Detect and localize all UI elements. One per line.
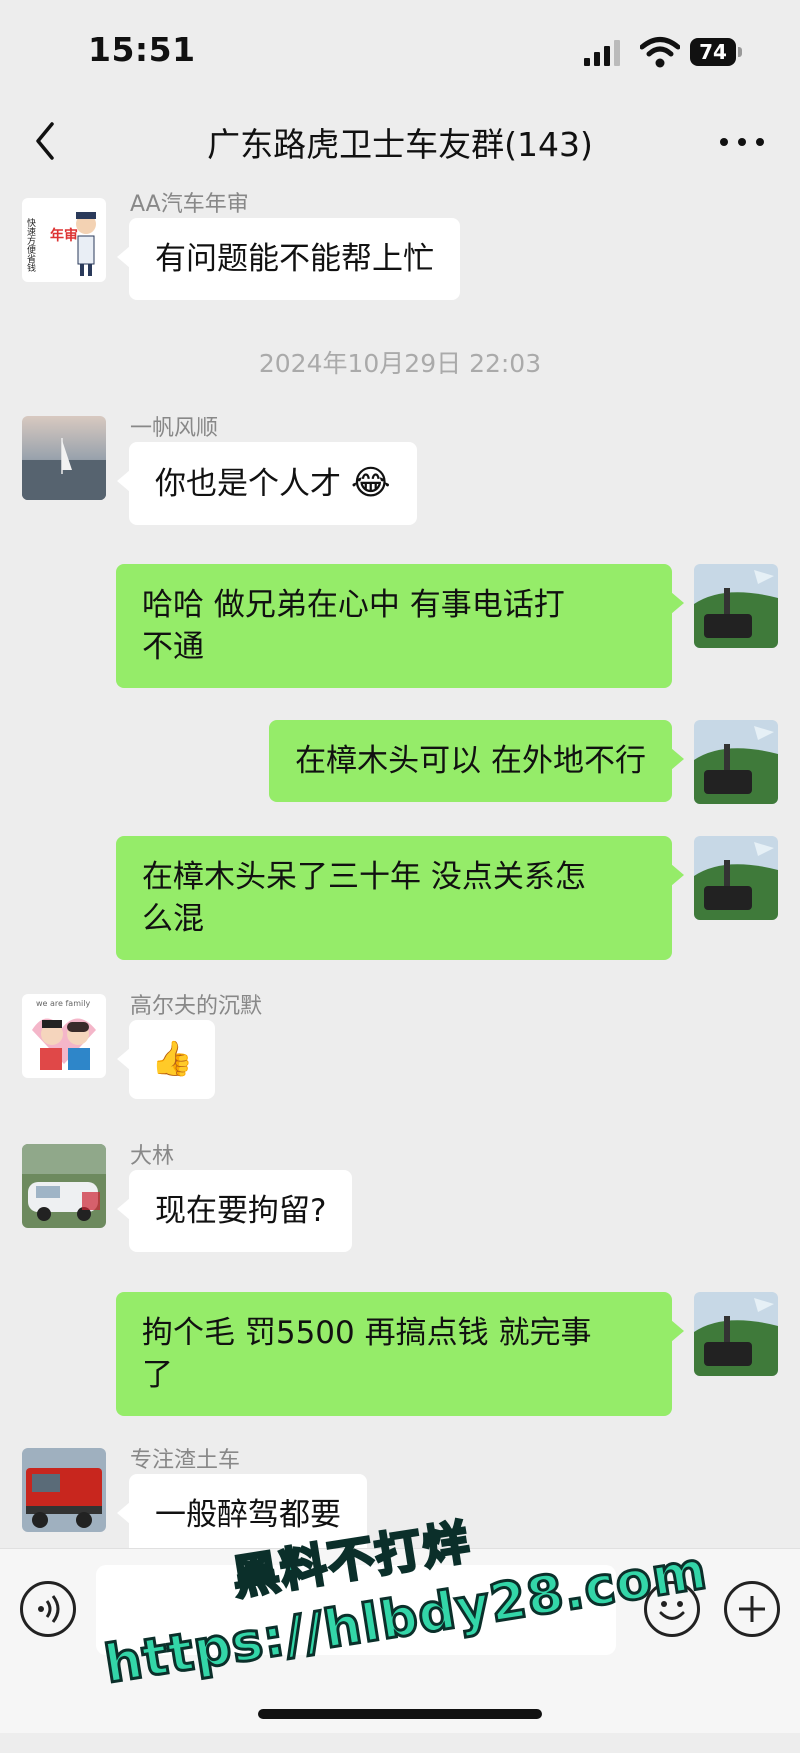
sender-name: 高尔夫的沉默 [130, 994, 263, 1019]
battery-level: 74 [690, 38, 736, 66]
more-options-icon[interactable] [718, 136, 766, 148]
avatar[interactable]: we are family [22, 994, 106, 1078]
message-text-line: 不通 [142, 629, 204, 665]
battery-icon: 74 [690, 38, 742, 66]
thumbs-up-emoji-icon: 👍 [151, 1039, 194, 1079]
back-chevron-icon[interactable] [30, 120, 62, 162]
message-bubble[interactable]: 在樟木头呆了三十年 没点关系怎 么混 [116, 836, 684, 960]
sender-name: 专注渣土车 [130, 1448, 241, 1473]
message-text-line: 在樟木头呆了三十年 没点关系怎 [142, 859, 586, 895]
message-list[interactable]: 快速方便省钱 年审 AA汽车年审 有问题能不能帮上忙 2024年10月29日 2… [0, 184, 800, 1548]
message-text-line: 哈哈 做兄弟在心中 有事电话打 [142, 587, 565, 623]
message-bubble[interactable]: 有问题能不能帮上忙 [117, 218, 460, 300]
message-bubble[interactable]: 现在要拘留? [116, 1170, 353, 1252]
message-text: 你也是个人才 [155, 466, 341, 502]
avatar[interactable] [22, 416, 106, 500]
message-bubble[interactable]: 在樟木头可以 在外地不行 [269, 720, 684, 802]
chat-header: 广东路虎卫士车友群(143) [0, 100, 800, 184]
message-text-line: 拘个毛 罚5500 再搞点钱 就完事 [142, 1315, 592, 1351]
message-text-line: 么混 [142, 901, 204, 937]
avatar[interactable] [694, 1292, 778, 1376]
cellular-signal-icon [584, 40, 620, 66]
avatar-side-text: 快速方便省钱 [25, 217, 36, 272]
avatar[interactable] [694, 720, 778, 804]
message-timestamp: 2024年10月29日 22:03 [258, 349, 542, 378]
more-actions-button[interactable] [724, 1581, 780, 1637]
avatar[interactable] [22, 1144, 106, 1228]
message-bubble[interactable]: 拘个毛 罚5500 再搞点钱 就完事 了 [116, 1292, 684, 1416]
laughing-emoji-icon: 😂 [350, 463, 391, 503]
sender-name: 一帆风顺 [130, 416, 219, 441]
avatar-caption: we are family [36, 999, 90, 1008]
message-bubble[interactable]: 你也是个人才 😂 [117, 442, 417, 525]
message-bubble[interactable]: 哈哈 做兄弟在心中 有事电话打 不通 [116, 564, 684, 688]
voice-icon [38, 1595, 60, 1623]
message-text-line: 了 [142, 1357, 173, 1393]
plus-icon [739, 1596, 765, 1622]
avatar[interactable] [22, 1448, 106, 1532]
message-bubble[interactable]: 👍 [116, 1020, 216, 1099]
status-bar: 15:51 74 [0, 0, 800, 100]
sender-name: AA汽车年审 [130, 192, 249, 217]
chat-title: 广东路虎卫士车友群(143) [207, 125, 593, 164]
sender-name: 大林 [130, 1144, 175, 1169]
avatar[interactable] [694, 836, 778, 920]
voice-input-button[interactable] [20, 1581, 76, 1637]
avatar-logo-text: 年审 [50, 227, 78, 244]
wifi-icon [640, 37, 680, 68]
avatar[interactable] [694, 564, 778, 648]
status-time: 15:51 [88, 30, 196, 69]
avatar[interactable]: 快速方便省钱 年审 [22, 198, 106, 282]
